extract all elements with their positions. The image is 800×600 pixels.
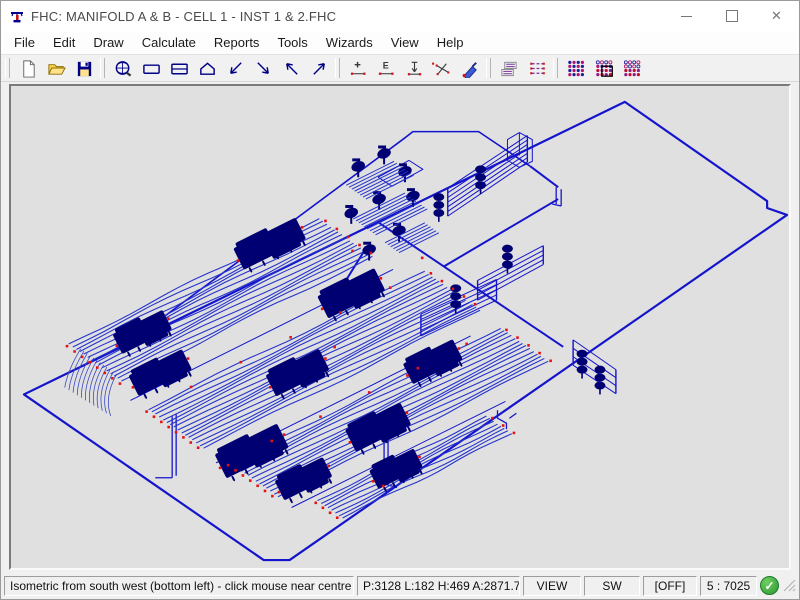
status-orientation[interactable]: SW bbox=[584, 576, 640, 596]
delete-pipe-icon bbox=[432, 59, 453, 78]
menu-tools[interactable]: Tools bbox=[268, 33, 316, 52]
status-geometry: P:3128 L:182 H:469 A:2871.7m2 bbox=[357, 576, 520, 596]
add-pipe-node-icon bbox=[348, 59, 369, 78]
toolbar: E bbox=[1, 55, 799, 82]
sprinkler-icon bbox=[9, 8, 25, 24]
close-icon: ✕ bbox=[771, 8, 782, 24]
view-plan-icon bbox=[141, 59, 162, 78]
pipe-schedule-icon bbox=[527, 59, 548, 78]
copy-pipe-group-button[interactable] bbox=[495, 55, 523, 81]
rotate-view-sw-button[interactable] bbox=[221, 55, 249, 81]
toolbar-grip[interactable] bbox=[553, 58, 558, 78]
menu-edit[interactable]: Edit bbox=[44, 33, 84, 52]
sprinkler-grid-select-button[interactable] bbox=[590, 55, 618, 81]
view-3d-button[interactable] bbox=[193, 55, 221, 81]
toolbar-grip[interactable] bbox=[100, 58, 105, 78]
toolbar-grip[interactable] bbox=[486, 58, 491, 78]
view-plan-button[interactable] bbox=[137, 55, 165, 81]
menu-bar: FileEditDrawCalculateReportsToolsWizards… bbox=[1, 31, 799, 55]
menu-help[interactable]: Help bbox=[428, 33, 473, 52]
zoom-extents-button[interactable] bbox=[109, 55, 137, 81]
delete-pipe-button[interactable] bbox=[428, 55, 456, 81]
window-title: FHC: MANIFOLD A & B - CELL 1 - INST 1 & … bbox=[31, 9, 336, 24]
view-elevation-button[interactable] bbox=[165, 55, 193, 81]
copy-pipe-group-icon bbox=[499, 59, 520, 78]
toolbar-grip[interactable] bbox=[335, 58, 340, 78]
sprinkler-grid-all-icon bbox=[566, 59, 587, 78]
open-folder-icon bbox=[46, 59, 67, 78]
status-view-mode[interactable]: VIEW bbox=[523, 576, 581, 596]
minimize-icon bbox=[681, 16, 692, 17]
zoom-extents-icon bbox=[113, 59, 134, 78]
pipe-schedule-button[interactable] bbox=[523, 55, 551, 81]
svg-text:E: E bbox=[382, 60, 388, 70]
app-window: FHC: MANIFOLD A & B - CELL 1 - INST 1 & … bbox=[0, 0, 800, 600]
add-pipe-node-button[interactable] bbox=[344, 55, 372, 81]
open-folder-button[interactable] bbox=[42, 55, 70, 81]
minimize-button[interactable] bbox=[664, 1, 709, 31]
maximize-icon bbox=[726, 10, 738, 22]
status-bar: Isometric from south west (bottom left) … bbox=[1, 572, 799, 599]
maximize-button[interactable] bbox=[709, 1, 754, 31]
menu-view[interactable]: View bbox=[382, 33, 428, 52]
isometric-pipe-drawing bbox=[11, 86, 789, 568]
rotate-view-nw-icon bbox=[281, 59, 302, 78]
status-counter: 5 : 7025 bbox=[700, 576, 757, 596]
drawing-canvas[interactable] bbox=[9, 84, 791, 570]
status-layer-state[interactable]: [OFF] bbox=[643, 576, 697, 596]
rotate-view-sw-icon bbox=[225, 59, 246, 78]
sprinkler-grid-partial-button[interactable] bbox=[618, 55, 646, 81]
title-bar: FHC: MANIFOLD A & B - CELL 1 - INST 1 & … bbox=[1, 1, 799, 31]
canvas-area bbox=[1, 82, 799, 572]
menu-calculate[interactable]: Calculate bbox=[133, 33, 205, 52]
status-message: Isometric from south west (bottom left) … bbox=[4, 576, 354, 596]
rotate-view-ne-button[interactable] bbox=[305, 55, 333, 81]
pipe-elevation-button[interactable]: E bbox=[372, 55, 400, 81]
save-icon bbox=[74, 59, 95, 78]
rotate-view-se-icon bbox=[253, 59, 274, 78]
sprinkler-grid-select-icon bbox=[594, 59, 615, 78]
rotate-view-nw-button[interactable] bbox=[277, 55, 305, 81]
menu-file[interactable]: File bbox=[5, 33, 44, 52]
sprinkler-grid-partial-icon bbox=[622, 59, 643, 78]
rotate-view-ne-icon bbox=[309, 59, 330, 78]
sprinkler-grid-all-button[interactable] bbox=[562, 55, 590, 81]
draw-pipe-icon bbox=[460, 59, 481, 78]
pipe-elevation-icon: E bbox=[376, 59, 397, 78]
drop-pipe-button[interactable] bbox=[400, 55, 428, 81]
view-elevation-icon bbox=[169, 59, 190, 78]
toolbar-grip[interactable] bbox=[5, 58, 10, 78]
ok-check-icon: ✓ bbox=[760, 576, 779, 595]
save-button[interactable] bbox=[70, 55, 98, 81]
new-document-icon bbox=[18, 59, 39, 78]
rotate-view-se-button[interactable] bbox=[249, 55, 277, 81]
drop-pipe-icon bbox=[404, 59, 425, 78]
menu-reports[interactable]: Reports bbox=[205, 33, 269, 52]
view-3d-icon bbox=[197, 59, 218, 78]
menu-draw[interactable]: Draw bbox=[84, 33, 132, 52]
resize-grip[interactable] bbox=[783, 579, 796, 592]
close-button[interactable]: ✕ bbox=[754, 1, 799, 31]
menu-wizards[interactable]: Wizards bbox=[317, 33, 382, 52]
new-document-button[interactable] bbox=[14, 55, 42, 81]
draw-pipe-button[interactable] bbox=[456, 55, 484, 81]
